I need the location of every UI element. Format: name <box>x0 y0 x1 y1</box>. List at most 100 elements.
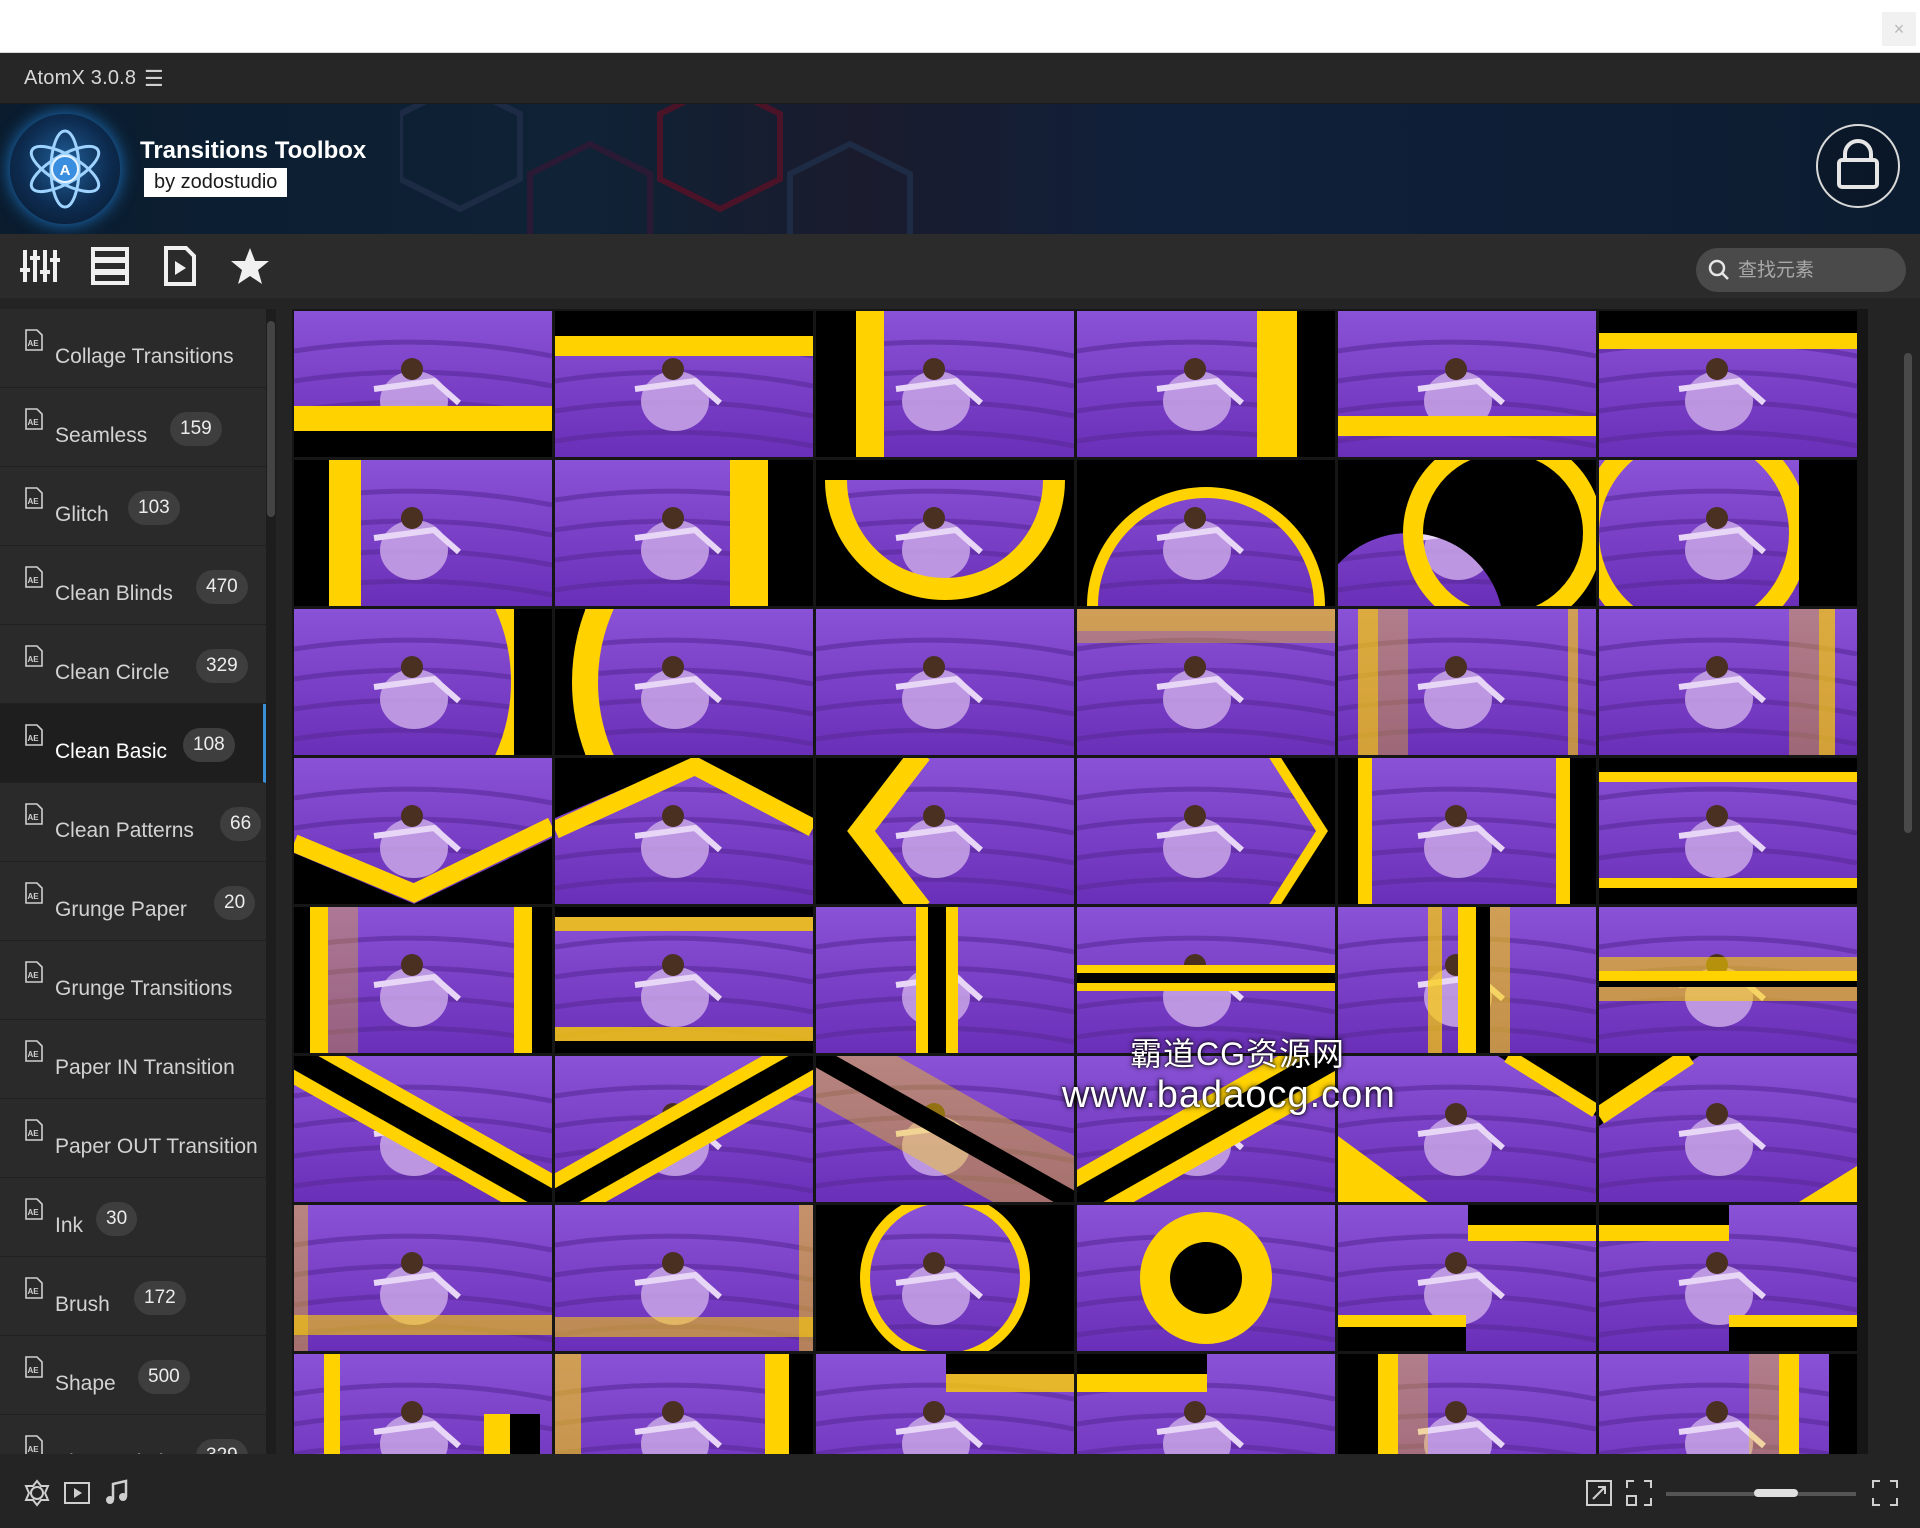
sidebar-item[interactable]: AE Brush 172 <box>0 1257 266 1336</box>
slider-knob[interactable] <box>1754 1489 1798 1497</box>
transition-thumbnail[interactable] <box>816 460 1074 606</box>
favorites-button[interactable] <box>228 246 272 286</box>
transition-thumbnail[interactable] <box>816 311 1074 457</box>
transition-thumbnail[interactable] <box>1338 758 1596 904</box>
svg-text:AE: AE <box>27 576 39 585</box>
transition-thumbnail[interactable] <box>1077 460 1335 606</box>
transition-thumbnail[interactable] <box>555 311 813 457</box>
sidebar-item[interactable]: AE Ink 30 <box>0 1178 266 1257</box>
transition-thumbnail[interactable] <box>294 1205 552 1351</box>
atomx-logo: A <box>10 114 120 224</box>
transition-thumbnail[interactable] <box>1599 311 1857 457</box>
svg-text:AE: AE <box>27 1287 39 1296</box>
sidebar-item[interactable]: AE Paper IN Transition <box>0 1020 266 1099</box>
transition-thumbnail[interactable] <box>1338 1354 1596 1454</box>
transition-thumbnail[interactable] <box>294 907 552 1053</box>
category-count-badge: 108 <box>183 728 235 762</box>
category-label: Clean Circle <box>55 661 170 684</box>
expand-button[interactable] <box>1584 1478 1614 1508</box>
category-label: Clean Patterns <box>55 819 194 842</box>
fit-button[interactable] <box>1870 1478 1900 1508</box>
transition-thumbnail[interactable] <box>1077 609 1335 755</box>
transition-thumbnail[interactable] <box>816 907 1074 1053</box>
music-icon <box>106 1479 128 1504</box>
sidebar-item[interactable]: AE Shape Circle 329 <box>0 1415 266 1454</box>
transition-thumbnail[interactable] <box>294 1056 552 1202</box>
video-file-button[interactable] <box>158 246 202 286</box>
settings-button[interactable] <box>22 1478 52 1508</box>
transition-thumbnail[interactable] <box>294 311 552 457</box>
transition-thumbnail[interactable] <box>294 460 552 606</box>
transition-thumbnail[interactable] <box>1338 311 1596 457</box>
ae-file-icon: AE <box>25 961 43 983</box>
transition-thumbnail[interactable] <box>555 1205 813 1351</box>
transition-thumbnail[interactable] <box>1599 460 1857 606</box>
sidebar-item[interactable]: AE Clean Circle 329 <box>0 625 266 704</box>
transition-thumbnail[interactable] <box>816 1056 1074 1202</box>
category-label: Paper IN Transition <box>55 1056 235 1079</box>
sidebar-item[interactable]: AE Clean Blinds 470 <box>0 546 266 625</box>
sidebar-item[interactable]: AE Clean Basic 108 <box>0 704 266 783</box>
transition-thumbnail[interactable] <box>816 1205 1074 1351</box>
sidebar-item[interactable]: AE Shape 500 <box>0 1336 266 1415</box>
transition-thumbnail[interactable] <box>816 609 1074 755</box>
transition-thumbnail[interactable] <box>555 1056 813 1202</box>
filter-button[interactable] <box>18 246 62 286</box>
sidebar-scroll-thumb[interactable] <box>267 321 275 517</box>
transition-thumbnail[interactable] <box>555 609 813 755</box>
transition-thumbnail[interactable] <box>1599 1056 1857 1202</box>
transition-thumbnail[interactable] <box>1077 311 1335 457</box>
search-input[interactable] <box>1736 248 1900 294</box>
category-label: Shape <box>55 1372 116 1395</box>
sidebar-item[interactable]: AE Glitch 103 <box>0 467 266 546</box>
window-close-button[interactable]: × <box>1882 12 1916 46</box>
ae-file-icon: AE <box>25 1435 43 1454</box>
list-view-button[interactable] <box>88 246 132 286</box>
transition-thumbnail[interactable] <box>294 1354 552 1454</box>
transition-thumbnail[interactable] <box>1599 758 1857 904</box>
transition-thumbnail[interactable] <box>1599 609 1857 755</box>
category-label: Ink <box>55 1214 84 1237</box>
ae-file-icon: AE <box>25 1040 43 1062</box>
thumbnail-size-slider[interactable] <box>1666 1489 1856 1497</box>
category-count-badge: 103 <box>128 491 180 525</box>
transition-thumbnail[interactable] <box>1599 1354 1857 1454</box>
category-sidebar: AE Collage Transitions AE Seamless 159 AE Glit… <box>0 309 266 1454</box>
grid-scrollbar[interactable] <box>1904 353 1912 833</box>
audio-button[interactable] <box>102 1478 132 1508</box>
hamburger-menu-icon[interactable]: ☰ <box>144 66 164 92</box>
svg-text:AE: AE <box>27 734 39 743</box>
transition-thumbnail[interactable] <box>555 907 813 1053</box>
transition-thumbnail[interactable] <box>1338 907 1596 1053</box>
fullscreen-button[interactable] <box>1624 1478 1654 1508</box>
transition-thumbnail[interactable] <box>1338 1205 1596 1351</box>
sidebar-item[interactable]: AE Grunge Paper 20 <box>0 862 266 941</box>
transition-thumbnail[interactable] <box>294 758 552 904</box>
svg-text:AE: AE <box>27 655 39 664</box>
transition-thumbnail[interactable] <box>1338 460 1596 606</box>
sidebar-item[interactable]: AE Clean Patterns 66 <box>0 783 266 862</box>
transition-thumbnail[interactable] <box>1338 609 1596 755</box>
transition-thumbnail[interactable] <box>1077 1354 1335 1454</box>
sidebar-item[interactable]: AE Paper OUT Transition <box>0 1099 266 1178</box>
sidebar-item[interactable]: AE Seamless 159 <box>0 388 266 467</box>
transition-thumbnail[interactable] <box>816 1354 1074 1454</box>
sidebar-scrollbar[interactable] <box>266 309 276 1454</box>
transition-thumbnail[interactable] <box>555 758 813 904</box>
video-file-icon <box>164 246 196 286</box>
preview-toggle-button[interactable] <box>62 1478 92 1508</box>
transition-thumbnail[interactable] <box>816 758 1074 904</box>
ae-file-icon: AE <box>25 645 43 667</box>
svg-text:AE: AE <box>27 1445 39 1454</box>
shop-cart-button[interactable] <box>1816 124 1900 208</box>
transition-thumbnail[interactable] <box>1077 758 1335 904</box>
transition-thumbnail[interactable] <box>1077 1205 1335 1351</box>
transition-thumbnail[interactable] <box>555 1354 813 1454</box>
transition-thumbnail[interactable] <box>294 609 552 755</box>
sidebar-item[interactable]: AE Grunge Transitions <box>0 941 266 1020</box>
transition-thumbnail[interactable] <box>555 460 813 606</box>
category-count-badge: 329 <box>196 1439 248 1454</box>
sidebar-item[interactable]: AE Collage Transitions <box>0 309 266 388</box>
transition-thumbnail[interactable] <box>1599 1205 1857 1351</box>
transition-thumbnail[interactable] <box>1599 907 1857 1053</box>
